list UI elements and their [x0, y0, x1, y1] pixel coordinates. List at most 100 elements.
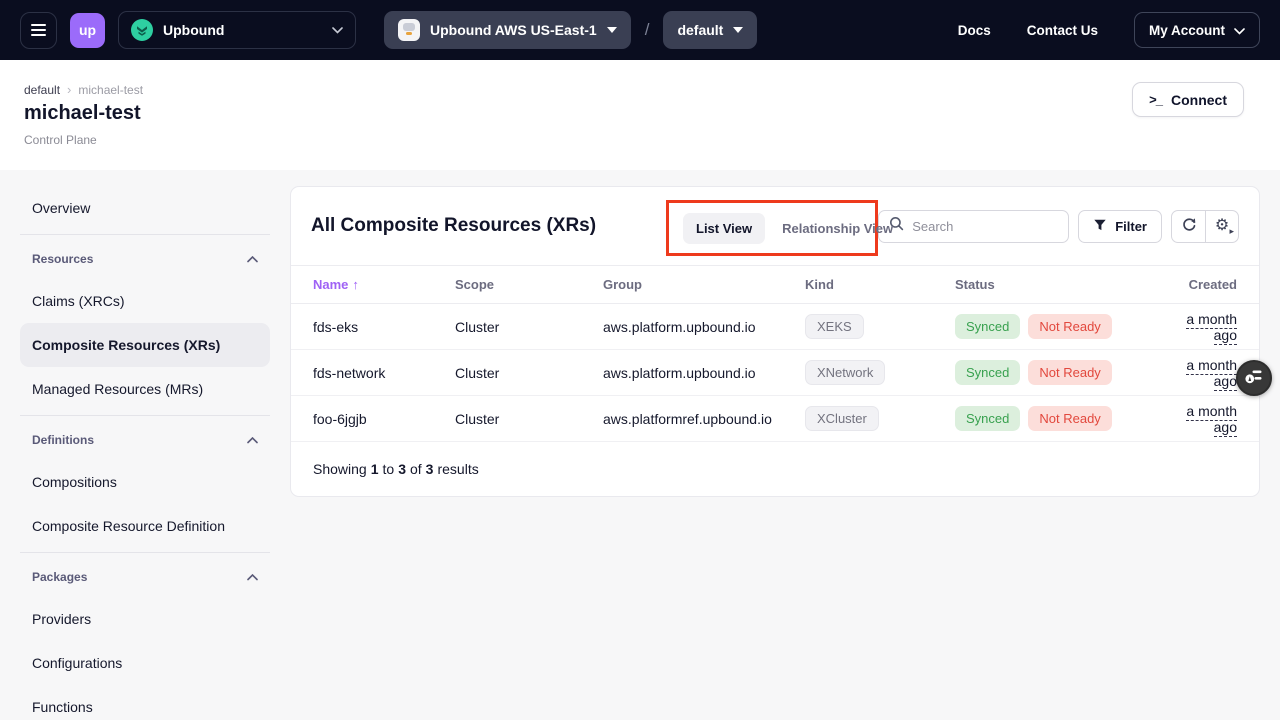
filter-icon — [1093, 218, 1107, 235]
org-selector-label: Upbound — [163, 22, 224, 38]
app-root: up Upbound Upbound AWS US-East-1 / defau… — [0, 0, 1280, 720]
breadcrumb-separator-icon: › — [67, 82, 71, 97]
auto-refresh-settings-button[interactable]: ⚙▸ — [1205, 211, 1238, 242]
column-header-created[interactable]: Created — [1161, 277, 1237, 292]
column-header-scope[interactable]: Scope — [455, 277, 603, 292]
my-account-menu[interactable]: My Account — [1134, 12, 1260, 48]
refresh-button[interactable] — [1172, 211, 1205, 242]
table-row[interactable]: fds-eks Cluster aws.platform.upbound.io … — [291, 304, 1259, 350]
search-box — [878, 210, 1069, 243]
breadcrumb-root-link[interactable]: default — [24, 83, 60, 97]
sidebar-item-configurations[interactable]: Configurations — [20, 641, 270, 685]
chevron-down-icon — [607, 27, 617, 33]
sidebar-section-packages-label: Packages — [32, 570, 87, 584]
group-selector-label: default — [677, 22, 723, 38]
created-timestamp: a month ago — [1186, 403, 1237, 437]
cell-status: Synced Not Ready — [955, 360, 1161, 385]
contact-us-link[interactable]: Contact Us — [1027, 23, 1098, 38]
gear-icon: ⚙▸ — [1213, 217, 1231, 235]
sidebar-section-definitions-label: Definitions — [32, 433, 94, 447]
my-account-label: My Account — [1149, 23, 1225, 38]
cell-scope: Cluster — [455, 411, 603, 427]
hamburger-menu-button[interactable] — [20, 12, 57, 49]
cell-scope: Cluster — [455, 365, 603, 381]
chevron-down-icon — [733, 27, 743, 33]
refresh-icon — [1181, 216, 1197, 237]
docs-link[interactable]: Docs — [958, 23, 991, 38]
synced-status-badge: Synced — [955, 406, 1020, 431]
panel-title: All Composite Resources (XRs) — [311, 215, 596, 237]
relationship-view-toggle[interactable]: Relationship View — [782, 221, 893, 236]
column-header-name[interactable]: Name↑ — [313, 277, 455, 292]
cell-name: fds-eks — [313, 319, 455, 335]
chevron-up-icon — [247, 252, 258, 266]
kind-badge: XNetwork — [805, 360, 885, 385]
kind-badge: XCluster — [805, 406, 879, 431]
cell-group: aws.platform.upbound.io — [603, 319, 805, 335]
org-avatar-icon — [131, 19, 153, 41]
chevron-down-icon — [1234, 23, 1245, 38]
synced-status-badge: Synced — [955, 360, 1020, 385]
sidebar-item-providers[interactable]: Providers — [20, 597, 270, 641]
cell-status: Synced Not Ready — [955, 314, 1161, 339]
filter-button[interactable]: Filter — [1078, 210, 1162, 243]
terminal-icon: >_ — [1149, 92, 1162, 107]
sidebar-section-resources-label: Resources — [32, 252, 93, 266]
sidebar-item-composite-resources-xrs[interactable]: Composite Resources (XRs) — [20, 323, 270, 367]
sidebar-section-definitions[interactable]: Definitions — [20, 420, 270, 460]
extension-overlay-icon — [1243, 365, 1265, 392]
column-header-kind[interactable]: Kind — [805, 277, 955, 292]
control-plane-selector[interactable]: Upbound AWS US-East-1 — [384, 11, 631, 49]
page-header: default › michael-test michael-test Cont… — [0, 60, 1280, 170]
chevron-down-icon — [332, 21, 343, 39]
org-selector-dropdown[interactable]: Upbound — [118, 11, 356, 49]
sidebar-item-managed-resources-mrs[interactable]: Managed Resources (MRs) — [20, 367, 270, 411]
table-actions-group: ⚙▸ — [1171, 210, 1239, 243]
group-selector[interactable]: default — [663, 11, 757, 49]
list-view-toggle[interactable]: List View — [683, 213, 765, 244]
cell-group: aws.platform.upbound.io — [603, 365, 805, 381]
search-input[interactable] — [912, 219, 1058, 234]
sidebar-divider — [20, 415, 270, 416]
sidebar-item-overview[interactable]: Overview — [20, 186, 270, 230]
created-timestamp: a month ago — [1186, 311, 1237, 345]
not-ready-status-badge: Not Ready — [1028, 360, 1111, 385]
control-plane-selector-label: Upbound AWS US-East-1 — [430, 22, 597, 38]
synced-status-badge: Synced — [955, 314, 1020, 339]
control-plane-icon — [398, 19, 420, 41]
upbound-logo-text: up — [79, 22, 96, 38]
sidebar-nav: Overview Resources Claims (XRCs) Composi… — [20, 186, 270, 720]
composite-resources-panel: All Composite Resources (XRs) List View … — [290, 186, 1260, 497]
breadcrumb-current: michael-test — [78, 83, 143, 97]
not-ready-status-badge: Not Ready — [1028, 406, 1111, 431]
column-header-status[interactable]: Status — [955, 277, 1161, 292]
kind-badge: XEKS — [805, 314, 864, 339]
breadcrumb: default › michael-test — [24, 82, 143, 97]
sidebar-section-packages[interactable]: Packages — [20, 557, 270, 597]
page-subtitle: Control Plane — [24, 133, 97, 147]
extension-overlay-button[interactable] — [1236, 360, 1272, 396]
cell-name: fds-network — [313, 365, 455, 381]
table-row[interactable]: foo-6jgjb Cluster aws.platformref.upboun… — [291, 396, 1259, 442]
panel-header-actions: Filter ⚙▸ — [878, 210, 1239, 243]
created-timestamp: a month ago — [1186, 357, 1237, 391]
panel-header: All Composite Resources (XRs) List View … — [291, 187, 1259, 266]
cell-group: aws.platformref.upbound.io — [603, 411, 805, 427]
connect-button[interactable]: >_ Connect — [1132, 82, 1244, 117]
table-row[interactable]: fds-network Cluster aws.platform.upbound… — [291, 350, 1259, 396]
sidebar-section-resources[interactable]: Resources — [20, 239, 270, 279]
sidebar-divider — [20, 552, 270, 553]
sidebar-item-claims-xrcs[interactable]: Claims (XRCs) — [20, 279, 270, 323]
top-navbar: up Upbound Upbound AWS US-East-1 / defau… — [0, 0, 1280, 60]
cell-status: Synced Not Ready — [955, 406, 1161, 431]
navbar-right-links: Docs Contact Us My Account — [958, 12, 1260, 48]
column-header-group[interactable]: Group — [603, 277, 805, 292]
connect-button-label: Connect — [1171, 92, 1227, 108]
sidebar-item-compositions[interactable]: Compositions — [20, 460, 270, 504]
upbound-logo[interactable]: up — [70, 13, 105, 48]
sidebar-item-composite-resource-definition[interactable]: Composite Resource Definition — [20, 504, 270, 548]
sidebar-item-functions[interactable]: Functions — [20, 685, 270, 720]
chevron-up-icon — [247, 570, 258, 584]
chevron-up-icon — [247, 433, 258, 447]
path-separator: / — [645, 20, 650, 40]
